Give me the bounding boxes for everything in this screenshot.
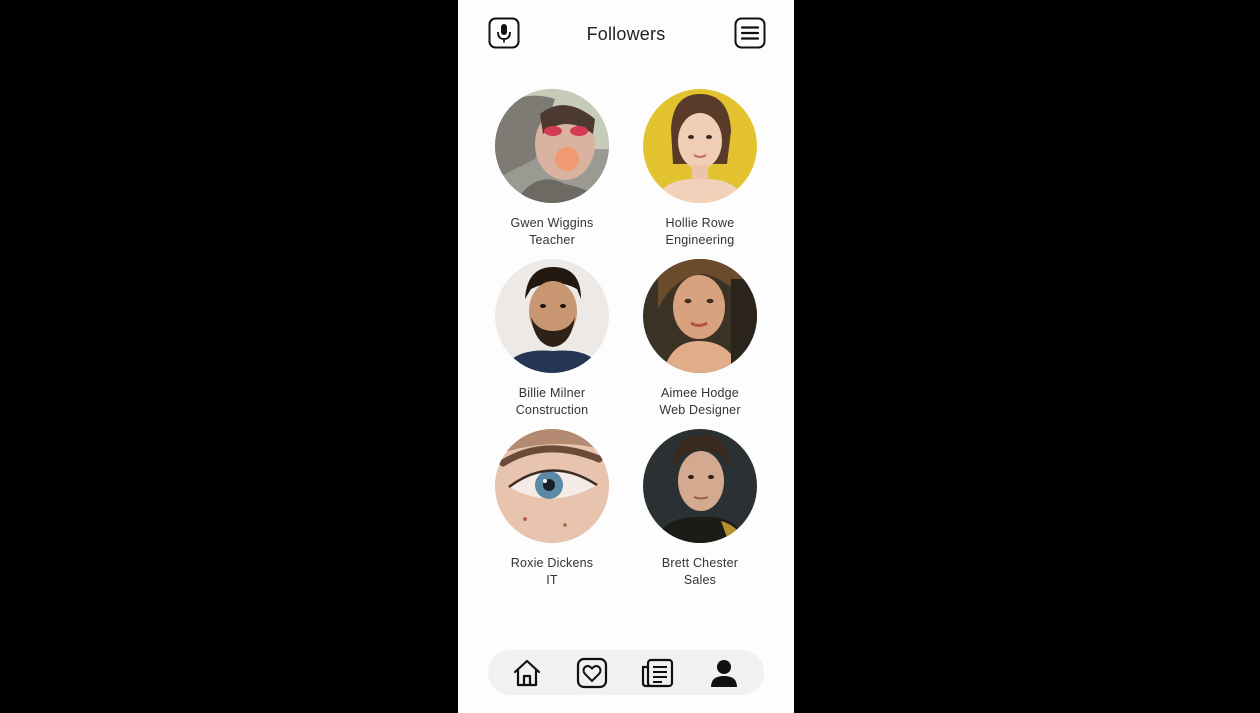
home-icon xyxy=(513,659,541,687)
menu-button[interactable] xyxy=(734,17,766,49)
follower-card[interactable]: Brett Chester Sales xyxy=(626,429,774,589)
follower-role: Sales xyxy=(683,573,717,587)
follower-role: Web Designer xyxy=(659,403,741,417)
follower-name: Aimee Hodge xyxy=(661,386,739,400)
follower-card[interactable]: Aimee Hodge Web Designer xyxy=(626,259,774,419)
header: Followers xyxy=(458,0,794,70)
nav-favorites[interactable] xyxy=(575,656,609,690)
bottom-nav xyxy=(488,650,764,695)
follower-name: Gwen Wiggins xyxy=(510,216,594,230)
avatar xyxy=(495,429,609,543)
avatar xyxy=(643,429,757,543)
favorites-icon xyxy=(576,657,608,689)
follower-name: Hollie Rowe xyxy=(665,216,735,230)
follower-name: Billie Milner xyxy=(518,386,586,400)
nav-home[interactable] xyxy=(510,656,544,690)
follower-card[interactable]: Hollie Rowe Engineering xyxy=(626,89,774,249)
follower-name: Brett Chester xyxy=(661,556,739,570)
avatar xyxy=(495,89,609,203)
follower-card[interactable]: Roxie Dickens IT xyxy=(478,429,626,589)
follower-role: Teacher xyxy=(529,233,575,247)
profile-icon xyxy=(711,660,737,687)
nav-news[interactable] xyxy=(640,656,674,690)
follower-role: IT xyxy=(546,573,558,587)
follower-card[interactable]: Billie Milner Construction xyxy=(478,259,626,419)
phone-screen: Followers Gwen Wiggins Teacher Hollie Ro… xyxy=(458,0,794,713)
follower-name: Roxie Dickens xyxy=(510,556,594,570)
follower-role: Engineering xyxy=(665,233,735,247)
follower-role: Construction xyxy=(515,403,589,417)
avatar xyxy=(643,259,757,373)
avatar xyxy=(643,89,757,203)
avatar xyxy=(495,259,609,373)
news-icon xyxy=(641,658,674,688)
follower-card[interactable]: Gwen Wiggins Teacher xyxy=(478,89,626,249)
nav-profile[interactable] xyxy=(707,656,741,690)
menu-icon xyxy=(734,17,766,49)
